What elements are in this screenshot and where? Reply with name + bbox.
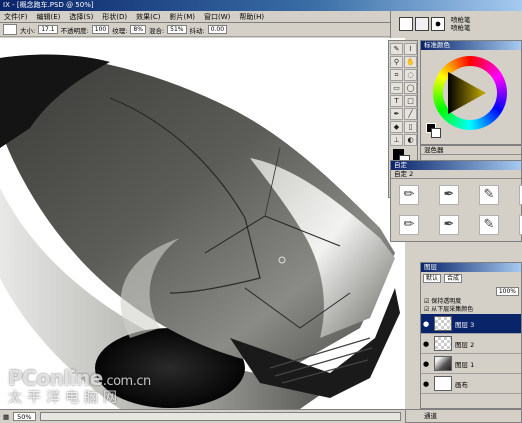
brush-variant-7-icon[interactable]: ✎ [479, 215, 499, 235]
layer-name: 图层 1 [455, 360, 475, 369]
paint-bucket-tool-icon[interactable]: ◆ [390, 121, 403, 133]
dodge-tool-icon[interactable]: ◐ [404, 134, 417, 146]
grain-field[interactable]: 8% [130, 25, 146, 34]
custom-palette-subtitle: 自定 2 [391, 170, 521, 179]
layer-row[interactable]: ● 图层 3 [421, 314, 521, 334]
visibility-eye-icon[interactable]: ● [423, 360, 431, 368]
brush-variant-2-icon[interactable]: ✒ [439, 185, 459, 205]
layer-name: 图层 3 [455, 320, 475, 329]
custom-palette-title[interactable]: 自定 [391, 161, 521, 170]
menu-movie[interactable]: 影片(M) [170, 12, 196, 22]
visibility-eye-icon[interactable]: ● [423, 380, 431, 388]
menu-select[interactable]: 选择(S) [69, 12, 93, 22]
grain-label: 纹理: [112, 26, 128, 35]
mixer-panel-title[interactable]: 混色器 [421, 146, 521, 155]
dab-icon[interactable] [431, 17, 445, 31]
layer-thumbnail [434, 376, 452, 391]
blend-field[interactable]: 51% [167, 25, 187, 34]
layer-row[interactable]: ● 画布 [421, 374, 521, 394]
status-bar: ▦ 50% [0, 409, 405, 423]
layer-thumbnail [434, 316, 452, 331]
brush-variant-5-icon[interactable]: ✏ [399, 215, 419, 235]
layer-thumbnail [434, 336, 452, 351]
brush-variant-icon[interactable] [415, 17, 429, 31]
opacity-label: 不透明度: [60, 26, 89, 35]
channels-panel-title[interactable]: 通道 [424, 412, 437, 420]
layer-row[interactable]: ● 图层 2 [421, 334, 521, 354]
composite-depth-select[interactable]: 合成 [444, 274, 463, 283]
menu-effects[interactable]: 效果(C) [136, 12, 160, 22]
line-tool-icon[interactable]: ╱ [404, 108, 417, 120]
property-bar: 大小: 17.1 不透明度: 100 纹理: 8% 混合: 51% 抖动: 0.… [0, 23, 390, 37]
custom-palette: 自定 自定 2 ✏ ✒ ✎ ✐ ✏ ✒ ✎ ✐ [390, 160, 522, 242]
menu-window[interactable]: 窗口(W) [204, 12, 230, 22]
brush-category-name[interactable]: 喷枪笔 [451, 16, 471, 24]
menu-help[interactable]: 帮助(H) [239, 12, 264, 22]
brush-tool-icon[interactable]: ✎ [390, 43, 403, 55]
layer-opacity-field[interactable]: 100% [495, 287, 519, 296]
oval-select-tool-icon[interactable]: ◯ [404, 82, 417, 94]
title-bar: IX - [概念跑车.PSD @ 50%] [0, 0, 522, 11]
brush-variant-6-icon[interactable]: ✒ [439, 215, 459, 235]
layer-thumbnail [434, 356, 452, 371]
opacity-field[interactable]: 100 [91, 25, 110, 34]
lasso-tool-icon[interactable]: ◌ [404, 69, 417, 81]
watermark: PConline.com.cn 太平洋电脑网 [8, 366, 151, 407]
brush-category-icon[interactable] [399, 17, 413, 31]
visibility-eye-icon[interactable]: ● [423, 320, 431, 328]
zoom-field[interactable]: 50% [13, 412, 36, 421]
menu-edit[interactable]: 编辑(E) [37, 12, 61, 22]
brush-selector-bar: 喷枪笔 喷枪笔 [390, 11, 522, 41]
color-panel-title[interactable]: 标准颜色 [421, 41, 521, 50]
menu-shapes[interactable]: 形状(D) [102, 12, 127, 22]
composite-method-select[interactable]: 默认 [423, 274, 442, 283]
window-title: IX - [概念跑车.PSD @ 50%] [3, 1, 94, 9]
visibility-eye-icon[interactable]: ● [423, 340, 431, 348]
rect-shape-tool-icon[interactable]: □ [404, 95, 417, 107]
layer-name: 图层 2 [455, 340, 475, 349]
horizontal-scrollbar[interactable] [39, 412, 401, 421]
menu-file[interactable]: 文件(F) [4, 12, 28, 22]
layer-name: 画布 [455, 380, 468, 389]
brush-variant-3-icon[interactable]: ✎ [479, 185, 499, 205]
pen-tool-icon[interactable]: ✒ [390, 108, 403, 120]
channels-panel: 通道 [405, 409, 522, 423]
size-field[interactable]: 17.1 [38, 25, 58, 34]
eraser-tool-icon[interactable]: ▯ [404, 121, 417, 133]
magnifier-tool-icon[interactable]: ⚲ [390, 56, 403, 68]
layer-row[interactable]: ● 图层 1 [421, 354, 521, 374]
layers-panel: 图层 默认 合成 100% 保持透明度 从下层采集颜色 ● 图层 3 ● 图层 … [420, 262, 522, 409]
layers-panel-title[interactable]: 图层 [421, 263, 521, 272]
size-label: 大小: [20, 26, 36, 35]
rubber-stamp-tool-icon[interactable]: ⊥ [390, 134, 403, 146]
grabber-tool-icon[interactable]: ✋ [404, 56, 417, 68]
pick-up-underlying-checkbox[interactable]: 从下层采集颜色 [421, 306, 521, 314]
jitter-field[interactable]: 0.00 [207, 25, 228, 34]
navigator-icon[interactable]: ▦ [3, 413, 9, 421]
brush-variant-1-icon[interactable]: ✏ [399, 185, 419, 205]
preserve-transparency-checkbox[interactable]: 保持透明度 [421, 298, 521, 306]
rect-select-tool-icon[interactable]: ▭ [390, 82, 403, 94]
watermark-cn: 太平洋电脑网 [8, 390, 122, 406]
blend-label: 混合: [148, 26, 165, 35]
dropper-tool-icon[interactable]: ⌇ [404, 43, 417, 55]
color-panel: 标准颜色 [420, 40, 522, 145]
text-tool-icon[interactable]: T [390, 95, 403, 107]
brush-variant-name[interactable]: 喷枪笔 [451, 24, 471, 32]
jitter-label: 抖动: [189, 26, 205, 35]
document-canvas[interactable] [0, 38, 405, 409]
secondary-color-icon[interactable] [431, 128, 441, 138]
crop-tool-icon[interactable]: ⌗ [390, 69, 403, 81]
brush-preview-icon[interactable] [3, 24, 17, 35]
color-wheel[interactable] [433, 56, 507, 130]
